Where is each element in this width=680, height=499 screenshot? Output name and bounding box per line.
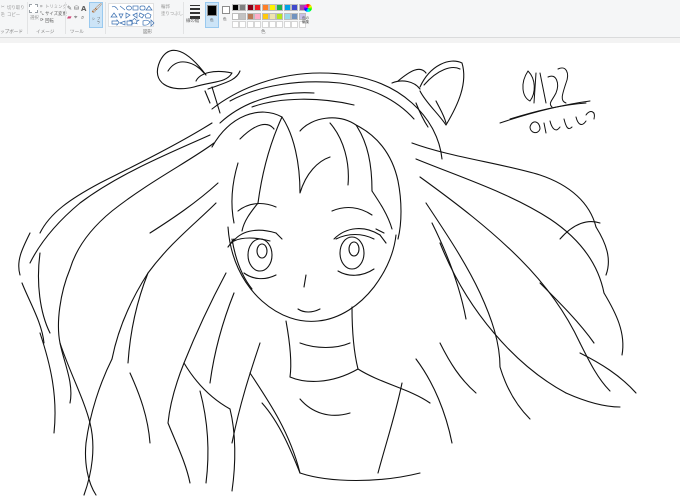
pencil-icon[interactable]: ✎ [67,5,72,12]
color-picker-icon[interactable]: ⌖ [74,14,77,22]
line-width-label[interactable]: 線の幅 [186,18,199,24]
neck-left [285,320,292,378]
brushes-button[interactable]: 🖌 ブラシ [89,2,103,28]
crop-icon[interactable]: ⌗ [40,4,42,10]
palette-custom-slot[interactable] [246,21,254,28]
palette-swatch[interactable] [291,12,299,20]
palette-swatch[interactable] [261,4,269,11]
right-hair-strand [411,142,597,228]
palette-custom-slot[interactable] [239,21,247,28]
palette-swatch[interactable] [269,12,276,20]
palette-swatch[interactable] [246,4,254,11]
shapes-gallery-icons [110,5,155,27]
head-outline [211,72,443,160]
palette-swatch[interactable] [254,12,262,20]
fill-button[interactable]: 塗りつぶし [161,11,183,17]
resize-icon[interactable]: ⤡ [40,11,44,17]
ribbon: ✂ 切り取り ⎘ コピー ップボード 選択 ⌗ トリミング ⤡ サイズ変更 ⟳ … [0,0,680,37]
select-dropdown-icon[interactable]: 選択 [30,15,39,21]
palette-custom-slot[interactable] [291,21,299,28]
palette-swatch[interactable] [283,4,291,11]
copy-icon[interactable]: ⎘ [1,12,5,18]
palette-swatch[interactable] [291,4,299,11]
nose [303,274,307,288]
palette-swatch[interactable] [232,4,239,11]
palette-swatch[interactable] [254,4,262,11]
color1-label: 色 [210,18,214,22]
palette-swatch[interactable] [246,12,254,20]
clipboard-group-label: ップボード [0,30,23,35]
eraser-icon[interactable]: ▰ [67,14,72,21]
right-eye-lower [337,268,375,276]
colors-group-label: 色 [261,30,266,35]
shapes-gallery[interactable] [108,3,155,27]
mouth [297,308,321,313]
shapes-group: 輪郭 塗りつぶし 図形 [107,0,183,37]
collar-left [249,372,301,474]
tools-group: ✎ ⛁ A ▰ ⌖ ⌕ ツール [66,0,88,37]
color2-label: 色 [223,17,227,21]
crop-button[interactable]: トリミング [45,4,67,10]
rotate-button[interactable]: 回転 [45,18,54,24]
left-iris [247,238,273,272]
color1-swatch [207,5,217,16]
edit-colors-label: 色の 編集 [302,16,310,24]
color-palette [232,4,306,28]
palette-swatch[interactable] [276,4,284,11]
color1-button[interactable]: 色 [205,2,219,28]
palette-swatch[interactable] [239,4,247,11]
color2-button[interactable]: 色 [220,2,232,28]
outline-button[interactable]: 輪郭 [161,4,170,10]
shapes-group-label: 図形 [143,30,153,35]
neck-right [351,306,359,370]
cut-icon[interactable]: ✂ [1,5,5,10]
brush-icon: 🖌 [91,4,103,14]
palette-swatch[interactable] [269,4,276,11]
right-iris [339,236,365,270]
palette-custom-slot[interactable] [261,21,269,28]
clipboard-group: ✂ 切り取り ⎘ コピー ップボード [0,0,26,37]
palette-swatch[interactable] [232,12,239,20]
palette-swatch[interactable] [261,12,269,20]
select-button[interactable] [29,4,38,13]
sketch-drawing [18,49,637,496]
text-icon[interactable]: A [81,5,86,13]
resize-button[interactable]: サイズ変更 [45,11,67,17]
edit-colors-button[interactable]: 色の 編集 [301,2,315,28]
signature [499,67,595,134]
palette-custom-slot[interactable] [232,21,239,28]
right-eyebrow [331,206,373,216]
palette-custom-slot[interactable] [283,21,291,28]
image-group-label: イメージ [36,30,55,35]
copy-button[interactable]: コピー [7,12,20,18]
left-eye-lower [243,272,277,280]
fill-icon[interactable]: ⛁ [74,5,79,12]
left-hair-strand [39,122,213,234]
rainbow-icon [304,4,312,12]
palette-custom-slot[interactable] [276,21,284,28]
magnifier-icon[interactable]: ⌕ [81,14,84,22]
line-width-icon[interactable] [190,5,200,19]
palette-custom-slot[interactable] [269,21,276,28]
rotate-icon[interactable]: ⟳ [40,18,44,23]
palette-swatch[interactable] [239,12,247,20]
palette-swatch[interactable] [276,12,284,20]
palette-custom-slot[interactable] [254,21,262,28]
brushes-label: ブラシ [91,17,100,24]
tools-group-label: ツール [70,30,84,35]
palette-swatch[interactable] [283,12,291,20]
colors-group: 色 色 色 [203,0,311,37]
drawing-canvas[interactable] [0,43,680,499]
size-group: 線の幅 [186,0,204,37]
color2-swatch [222,6,230,14]
cut-button[interactable]: 切り取り [7,5,25,11]
left-ribbon-loop [156,49,207,90]
